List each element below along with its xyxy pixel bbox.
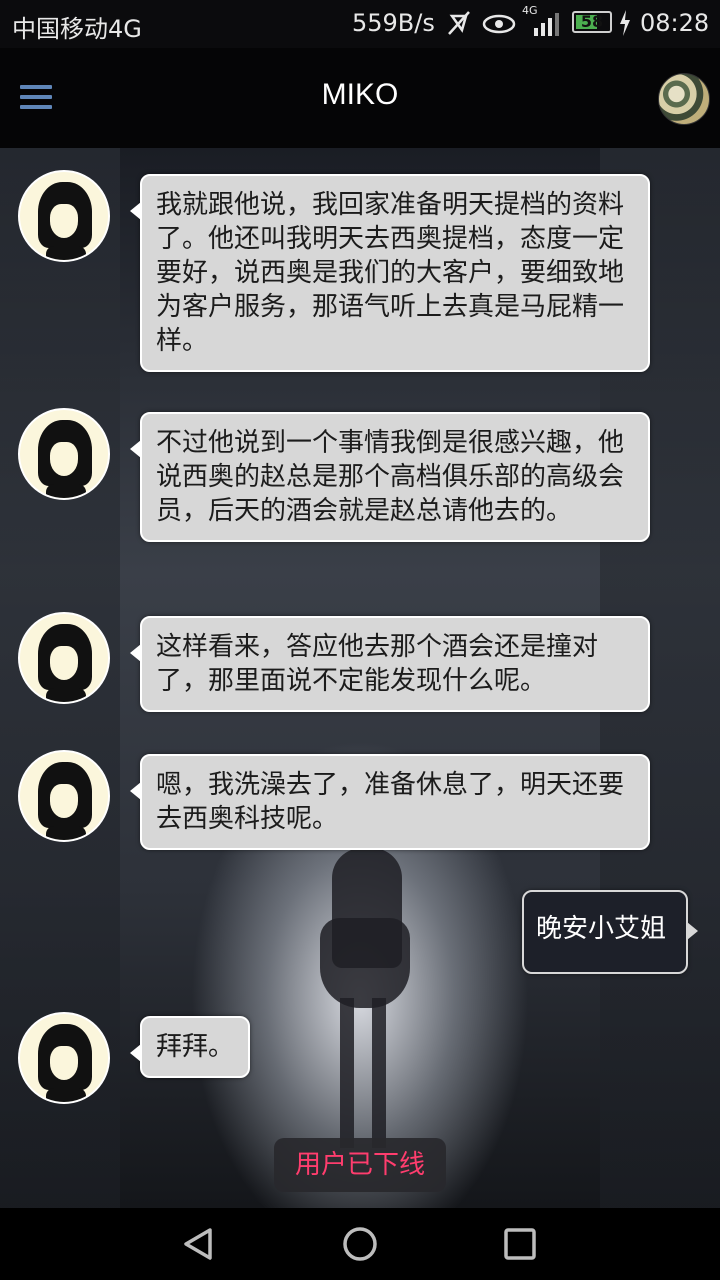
network-speed: 559B/s xyxy=(352,9,435,37)
offline-toast: 用户已下线 xyxy=(274,1138,446,1192)
battery-indicator: 58 xyxy=(572,11,612,33)
contact-avatar[interactable] xyxy=(18,750,110,842)
background-figure-leg-right xyxy=(372,998,386,1148)
recents-icon[interactable] xyxy=(500,1224,540,1264)
message-bubble[interactable]: 嗯，我洗澡去了，准备休息了，明天还要去西奥科技呢。 xyxy=(130,754,650,850)
message-bubble[interactable]: 这样看来，答应他去那个酒会还是撞对了，那里面说不定能发现什么呢。 xyxy=(130,616,650,712)
message-bubble[interactable]: 我就跟他说，我回家准备明天提档的资料了。他还叫我明天去西奥提档，态度一定要好，说… xyxy=(130,174,650,372)
contact-avatar[interactable] xyxy=(18,1012,110,1104)
back-icon[interactable] xyxy=(180,1224,220,1264)
background-figure-skirt xyxy=(320,918,410,1008)
contact-avatar[interactable] xyxy=(18,170,110,262)
message-bubble-own[interactable]: 晚安小艾姐 xyxy=(522,890,698,974)
contact-avatar[interactable] xyxy=(18,612,110,704)
mute-icon xyxy=(446,8,472,44)
app-bar: MIKO xyxy=(0,48,720,148)
page-title: MIKO xyxy=(321,78,399,111)
battery-level: 58 xyxy=(580,12,604,31)
navigation-bar xyxy=(0,1208,720,1280)
background-figure-leg-left xyxy=(340,998,354,1148)
contact-avatar[interactable] xyxy=(18,408,110,500)
status-bar: 中国移动4G 559B/s 4G 58 08:28 xyxy=(0,0,720,48)
home-icon[interactable] xyxy=(340,1224,380,1264)
message-bubble[interactable]: 不过他说到一个事情我倒是很感兴趣，他说西奥的赵总是那个高档俱乐部的高级会员，后天… xyxy=(130,412,650,542)
profile-avatar[interactable] xyxy=(658,73,710,125)
clock: 08:28 xyxy=(640,9,710,37)
carrier-label: 中国移动4G xyxy=(12,15,142,43)
eye-icon xyxy=(482,8,516,44)
chat-area[interactable]: 我就跟他说，我回家准备明天提档的资料了。他还叫我明天去西奥提档，态度一定要好，说… xyxy=(0,148,720,1208)
signal-icon xyxy=(530,8,564,44)
charging-icon xyxy=(618,8,632,44)
message-bubble[interactable]: 拜拜。 xyxy=(130,1016,250,1078)
